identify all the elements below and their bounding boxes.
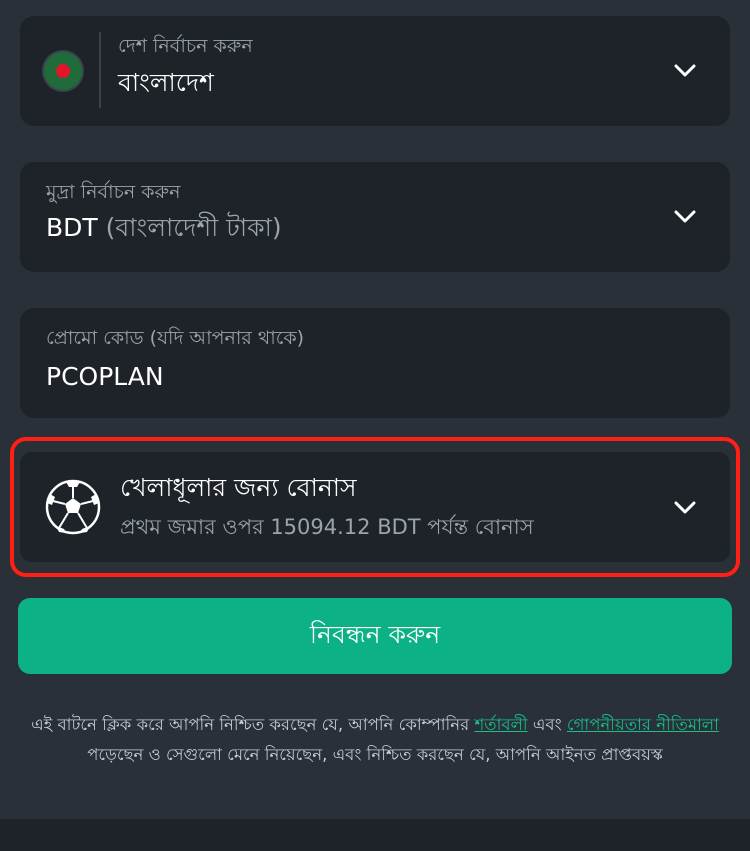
country-value: বাংলাদেশ [118,68,214,97]
divider [99,32,101,108]
bonus-select[interactable]: খেলাধূলার জন্য বোনাস প্রথম জমার ওপর 1509… [20,452,730,562]
promo-label: প্রোমো কোড (যদি আপনার থাকে) [46,327,305,349]
chevron-down-icon[interactable] [674,501,696,515]
terms-text-part3: পড়েছেন ও সেগুলো মেনে নিয়েছেন, এবং নিশ্… [87,745,663,764]
bangladesh-flag-icon [44,52,82,90]
currency-value: BDT (বাংলাদেশী টাকা) [46,212,282,244]
promo-code-field[interactable]: প্রোমো কোড (যদি আপনার থাকে) PCOPLAN [20,308,730,418]
register-button[interactable]: নিবন্ধন করুন [18,598,732,674]
country-label: দেশ নির্বাচন করুন [118,35,253,57]
currency-name: (বাংলাদেশী টাকা) [105,213,282,242]
privacy-link[interactable]: গোপনীয়তার নীতিমালা [567,715,719,734]
currency-label: মুদ্রা নির্বাচন করুন [46,181,181,203]
terms-text-part2: এবং [527,715,567,734]
footer-bar [0,819,750,851]
bonus-subtitle: প্রথম জমার ওপর 15094.12 BDT পর্যন্ত বোনা… [120,515,534,539]
terms-text-part1: এই বাটনে ক্লিক করে আপনি নিশ্চিত করছেন যে… [31,715,475,734]
chevron-down-icon[interactable] [674,64,696,78]
chevron-down-icon[interactable] [674,210,696,224]
promo-input[interactable]: PCOPLAN [46,361,164,393]
currency-select[interactable]: মুদ্রা নির্বাচন করুন BDT (বাংলাদেশী টাকা… [20,162,730,272]
country-select[interactable]: দেশ নির্বাচন করুন বাংলাদেশ [20,16,730,126]
terms-link[interactable]: শর্তাবলী [474,715,527,734]
currency-code: BDT [46,213,98,242]
bonus-title: খেলাধূলার জন্য বোনাস [120,473,357,502]
soccer-ball-icon [44,478,102,536]
terms-text: এই বাটনে ক্লিক করে আপনি নিশ্চিত করছেন যে… [24,710,726,770]
